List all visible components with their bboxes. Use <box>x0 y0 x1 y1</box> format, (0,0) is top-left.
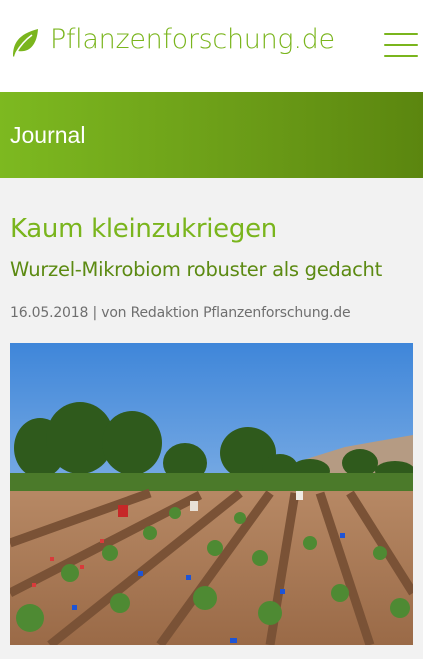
meta-separator: | <box>92 305 97 321</box>
section-banner: Journal <box>0 92 423 178</box>
article-photo <box>10 343 413 645</box>
article-author: von Redaktion Pflanzenforschung.de <box>101 305 351 321</box>
article-subheadline: Wurzel-Mikrobiom robuster als gedacht <box>10 258 382 281</box>
leaf-icon[interactable] <box>10 26 40 58</box>
article-date: 16.05.2018 <box>10 305 89 321</box>
hamburger-menu-icon[interactable] <box>384 33 418 59</box>
section-title: Journal <box>10 122 86 148</box>
article-meta: 16.05.2018 | von Redaktion Pflanzenforsc… <box>10 305 351 321</box>
site-header: Pflanzenforschung.de <box>0 0 423 92</box>
site-brand-link[interactable]: Pflanzenforschung.de <box>50 24 335 55</box>
article-headline: Kaum kleinzukriegen <box>10 214 277 244</box>
